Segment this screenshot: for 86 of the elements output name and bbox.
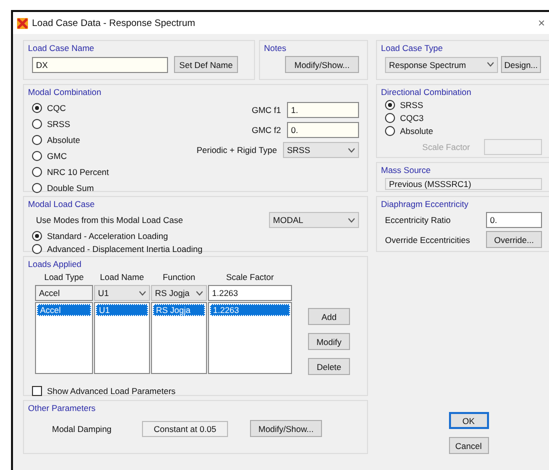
column-header: Scale Factor [225, 272, 275, 284]
radio-button[interactable] [32, 182, 42, 192]
group-title: Modal Load Case [28, 199, 96, 209]
field-label: Scale Factor [422, 142, 470, 152]
radio-button[interactable] [32, 102, 42, 112]
function-dropdown[interactable]: RS Jogja [151, 285, 207, 301]
load-type-field[interactable]: Accel [35, 285, 93, 301]
field-label: Periodic + Rigid Type [196, 145, 277, 155]
scale-factor-field[interactable] [484, 139, 542, 155]
group-title: Notes [264, 43, 288, 53]
radio-button[interactable] [32, 134, 42, 144]
radio-label: Advanced - Displacement Inertia Loading [47, 244, 202, 254]
radio-label: NRC 10 Percent [47, 166, 109, 176]
caret-icon [348, 148, 355, 152]
radio-button[interactable] [32, 244, 42, 254]
checkbox-label: Show Advanced Load Parameters [47, 386, 176, 396]
caret-icon [139, 290, 146, 296]
window-title: Load Case Data - Response Spectrum [32, 18, 196, 28]
list-item[interactable]: 1.2263 [210, 304, 290, 316]
modify-show-button[interactable]: Modify/Show... [285, 56, 359, 73]
column-header: Load Name [99, 272, 145, 284]
radio-button[interactable] [385, 126, 395, 136]
design-button[interactable]: Design... [501, 56, 541, 73]
dialog-button[interactable]: OK [448, 412, 488, 429]
group-title: Load Case Type [381, 43, 444, 53]
list-box[interactable]: Accel [35, 302, 93, 374]
modify-show-button[interactable]: Modify/Show... [250, 420, 322, 437]
radio-label: SRSS [47, 118, 70, 128]
eccentricity-ratio-field[interactable]: 0. [486, 212, 542, 228]
radio-label: CQC3 [400, 113, 424, 123]
set-def-name-button[interactable]: Set Def Name [174, 56, 238, 73]
load-name-dropdown[interactable]: U1 [94, 285, 150, 301]
radio-button[interactable] [32, 118, 42, 128]
group-title: Modal Combination [28, 87, 102, 97]
group-title: Loads Applied [28, 259, 82, 269]
scale-factor-field[interactable]: 1.2263 [208, 285, 292, 301]
radio-button[interactable] [32, 166, 42, 176]
list-item[interactable]: U1 [96, 304, 148, 316]
group-title: Directional Combination [381, 87, 472, 97]
radio-button[interactable] [32, 150, 42, 160]
radio-label: CQC [47, 102, 66, 112]
list-item[interactable]: RS Jogja [153, 304, 205, 316]
load-case-name-field[interactable]: DX [32, 56, 168, 72]
field-label: Modal Damping [52, 424, 113, 434]
field-label: Use Modes from this Modal Load Case [36, 215, 183, 225]
field-label: GMC f1 [252, 105, 281, 115]
gmc-f2-field[interactable]: 0. [287, 122, 359, 138]
radio-button[interactable] [385, 113, 395, 123]
radio-button[interactable] [32, 231, 42, 241]
radio-label: Double Sum [47, 182, 94, 192]
caret-icon [487, 62, 494, 67]
column-header: Load Type [43, 272, 85, 284]
action-button[interactable]: Delete [308, 358, 350, 375]
field-label: Eccentricity Ratio [385, 215, 451, 225]
override-button[interactable]: Override... [486, 231, 542, 248]
group-title: Other Parameters [28, 403, 97, 413]
action-button[interactable]: Add [308, 308, 350, 325]
checkbox[interactable] [32, 386, 42, 396]
radio-label: SRSS [400, 100, 424, 110]
mass-source-field: Previous (MSSSRC1) [385, 178, 542, 190]
modal-damping-field: Constant at 0.05 [142, 420, 228, 436]
radio-label: GMC [47, 150, 67, 160]
radio-label: Absolute [400, 126, 434, 136]
column-header: Function [162, 272, 196, 284]
list-item[interactable]: Accel [37, 304, 91, 316]
caret-icon [196, 290, 203, 296]
field-label: GMC f2 [252, 125, 281, 135]
group-title: Mass Source [381, 165, 432, 175]
load-case-type-dropdown[interactable]: Response Spectrum [385, 56, 498, 72]
radio-label: Absolute [47, 134, 80, 144]
modal-case-dropdown[interactable]: MODAL [269, 212, 359, 228]
list-box[interactable]: U1 [94, 302, 150, 374]
close-button[interactable]: × [538, 16, 545, 30]
radio-label: Standard - Acceleration Loading [47, 231, 168, 241]
list-box[interactable]: RS Jogja [151, 302, 207, 374]
field-label: Override Eccentricities [385, 234, 470, 244]
app-logo-icon [17, 18, 28, 28]
group-title: Diaphragm Eccentricity [381, 199, 470, 209]
caret-icon [348, 218, 355, 222]
dialog-button[interactable]: Cancel [448, 437, 488, 454]
list-box[interactable]: 1.2263 [208, 302, 292, 374]
periodic-rigid-dropdown[interactable]: SRSS [283, 142, 359, 158]
gmc-f1-field[interactable]: 1. [287, 102, 359, 118]
group-title: Load Case Name [28, 43, 96, 53]
action-button[interactable]: Modify [308, 333, 350, 350]
radio-button[interactable] [385, 100, 395, 110]
